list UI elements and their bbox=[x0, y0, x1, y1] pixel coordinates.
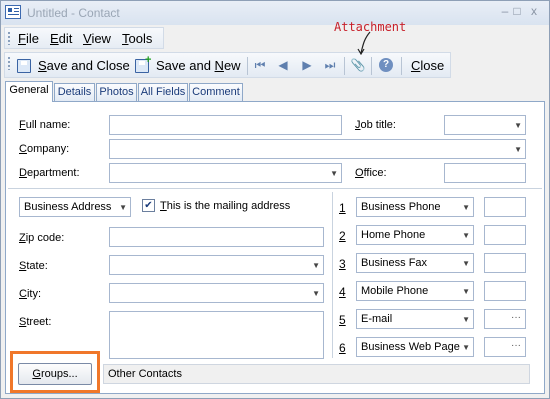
email-input[interactable]: ··· bbox=[484, 309, 526, 329]
window-title: Untitled - Contact bbox=[27, 6, 120, 20]
chevron-down-icon: ▼ bbox=[462, 259, 470, 268]
street-label: Street: bbox=[19, 316, 52, 328]
chevron-down-icon: ▼ bbox=[119, 203, 127, 212]
company-label: Company: bbox=[19, 143, 70, 155]
save-and-close-button[interactable]: Save and Close bbox=[17, 56, 132, 76]
mailing-address-label: This is the mailing address bbox=[160, 200, 291, 212]
last-record-icon[interactable]: ⏭ bbox=[322, 57, 338, 73]
chevron-down-icon: ▼ bbox=[312, 289, 320, 298]
next-record-icon[interactable]: ▶ bbox=[299, 57, 315, 73]
tab-details[interactable]: Details bbox=[54, 83, 95, 102]
chevron-down-icon: ▼ bbox=[462, 287, 470, 296]
attachment-icon[interactable]: 📎 bbox=[350, 57, 366, 73]
annotation-arrow-icon bbox=[357, 31, 371, 55]
phone-3-input[interactable] bbox=[484, 253, 526, 273]
previous-record-icon[interactable]: ◀ bbox=[275, 57, 291, 73]
menu-file[interactable]: File bbox=[18, 31, 39, 46]
state-label: State: bbox=[19, 260, 48, 272]
tab-photos[interactable]: Photos bbox=[96, 83, 137, 102]
office-input[interactable] bbox=[444, 163, 526, 183]
menu-grip-icon bbox=[8, 32, 10, 45]
save-and-new-button[interactable]: + Save and New bbox=[135, 55, 243, 76]
section-divider bbox=[8, 188, 542, 189]
zip-code-label: Zip code: bbox=[19, 232, 65, 244]
company-select[interactable]: ▼ bbox=[109, 139, 526, 159]
job-title-select[interactable]: ▼ bbox=[444, 115, 526, 135]
toolbar-grip-icon bbox=[8, 57, 10, 70]
menu-edit[interactable]: Edit bbox=[50, 31, 72, 46]
job-title-label: Job title: bbox=[355, 119, 396, 131]
maximize-button[interactable]: □ bbox=[508, 5, 526, 19]
more-dots-icon: ··· bbox=[511, 312, 521, 323]
column-divider bbox=[332, 192, 333, 358]
street-textarea[interactable] bbox=[109, 311, 324, 359]
title-bar: Untitled - Contact – □ x bbox=[1, 1, 549, 25]
tab-all-fields[interactable]: All Fields bbox=[138, 83, 188, 102]
more-dots-icon: ··· bbox=[511, 340, 521, 351]
phone-slot-4-number: 4 bbox=[339, 285, 346, 299]
menu-tools[interactable]: Tools bbox=[122, 31, 152, 46]
chevron-down-icon: ▼ bbox=[514, 121, 522, 130]
help-icon[interactable]: ? bbox=[379, 58, 393, 72]
phone-1-type-select[interactable]: Business Phone ▼ bbox=[356, 197, 474, 217]
web-page-input[interactable]: ··· bbox=[484, 337, 526, 357]
phone-2-type-select[interactable]: Home Phone ▼ bbox=[356, 225, 474, 245]
phone-1-input[interactable] bbox=[484, 197, 526, 217]
city-select[interactable]: ▼ bbox=[109, 283, 324, 303]
contact-card-icon bbox=[5, 5, 21, 19]
full-name-label: Full name: bbox=[19, 119, 71, 131]
phone-4-type-select[interactable]: Mobile Phone ▼ bbox=[356, 281, 474, 301]
mailing-address-checkbox[interactable]: ✔ bbox=[142, 199, 155, 212]
phone-3-type-select[interactable]: Business Fax ▼ bbox=[356, 253, 474, 273]
menu-bar: File Edit View Tools bbox=[4, 27, 164, 49]
groups-highlight-box bbox=[10, 351, 100, 393]
phone-6-type-select[interactable]: Business Web Page ▼ bbox=[356, 337, 474, 357]
toolbar: Save and Close + Save and New ⏮ ◀ ▶ ⏭ 📎 … bbox=[4, 52, 451, 78]
zip-code-input[interactable] bbox=[109, 227, 324, 247]
phone-5-type-select[interactable]: E-mail ▼ bbox=[356, 309, 474, 329]
phone-2-input[interactable] bbox=[484, 225, 526, 245]
save-icon bbox=[17, 59, 31, 73]
phone-slot-6-number: 6 bbox=[339, 341, 346, 355]
menu-view[interactable]: View bbox=[83, 31, 111, 46]
phone-slot-5-number: 5 bbox=[339, 313, 346, 327]
groups-value: Other Contacts bbox=[103, 364, 530, 384]
state-select[interactable]: ▼ bbox=[109, 255, 324, 275]
tab-general[interactable]: General bbox=[5, 81, 53, 102]
city-label: City: bbox=[19, 288, 42, 300]
chevron-down-icon: ▼ bbox=[462, 315, 470, 324]
close-window-button[interactable]: x bbox=[525, 5, 543, 19]
office-label: Office: bbox=[355, 167, 387, 179]
phone-slot-2-number: 2 bbox=[339, 229, 346, 243]
first-record-icon[interactable]: ⏮ bbox=[252, 57, 268, 73]
phone-slot-1-number: 1 bbox=[339, 201, 346, 215]
chevron-down-icon: ▼ bbox=[312, 261, 320, 270]
chevron-down-icon: ▼ bbox=[514, 145, 522, 154]
contact-window: Untitled - Contact – □ x File Edit View … bbox=[0, 0, 550, 399]
chevron-down-icon: ▼ bbox=[462, 203, 470, 212]
full-name-input[interactable] bbox=[109, 115, 342, 135]
tab-strip: General Details Photos All Fields Commen… bbox=[5, 81, 545, 102]
phone-4-input[interactable] bbox=[484, 281, 526, 301]
phone-slot-3-number: 3 bbox=[339, 257, 346, 271]
address-type-select[interactable]: Business Address ▼ bbox=[19, 197, 131, 217]
department-select[interactable]: ▼ bbox=[109, 163, 342, 183]
tab-comment[interactable]: Comment bbox=[189, 83, 243, 102]
chevron-down-icon: ▼ bbox=[462, 231, 470, 240]
close-button[interactable]: Close bbox=[411, 56, 447, 76]
chevron-down-icon: ▼ bbox=[330, 169, 338, 178]
department-label: Department: bbox=[19, 167, 80, 179]
chevron-down-icon: ▼ bbox=[462, 343, 470, 352]
